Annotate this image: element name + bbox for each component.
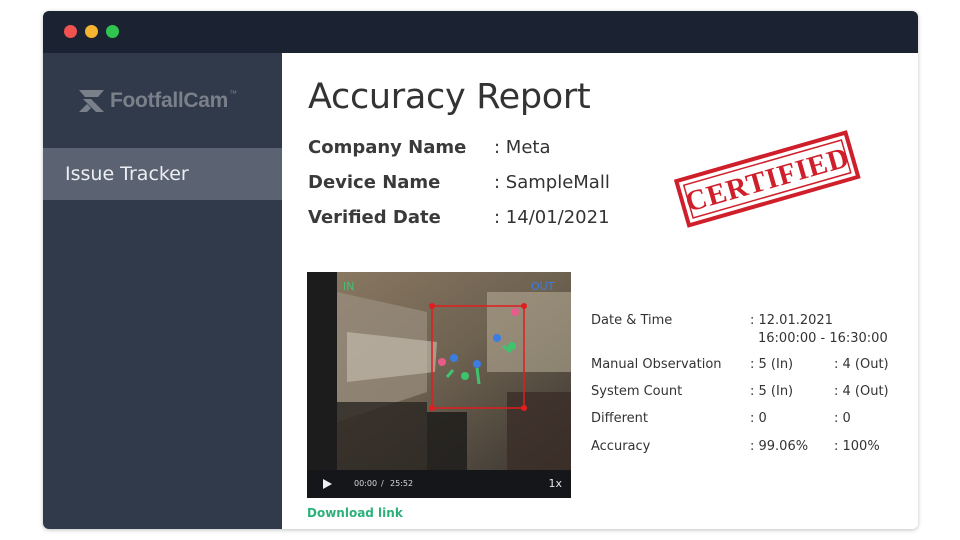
system-count-in: : 5 (In) xyxy=(750,384,794,399)
manual-observation-in: : 5 (In) xyxy=(750,357,794,372)
logo-trademark: ™ xyxy=(229,89,238,98)
accuracy-in: : 99.06% xyxy=(750,439,809,454)
time-separator: / xyxy=(381,479,384,488)
minimize-window-button[interactable] xyxy=(85,25,98,38)
app-window: FootfallCam ™ Issue Tracker Accuracy Rep… xyxy=(43,11,918,529)
datetime-label: Date & Time xyxy=(591,313,673,328)
playback-speed-button[interactable]: 1x xyxy=(548,477,562,490)
report-panel: Accuracy Report Company Name : Meta Devi… xyxy=(282,53,918,529)
device-name-value: : SampleMall xyxy=(494,172,610,193)
footfallcam-logo: FootfallCam ™ xyxy=(79,89,237,113)
verified-date-label: Verified Date xyxy=(308,207,441,228)
close-window-button[interactable] xyxy=(64,25,77,38)
video-duration: 25:52 xyxy=(390,479,414,488)
video-frame: IN OUT xyxy=(307,272,571,470)
sidebar-item-label: Issue Tracker xyxy=(65,163,189,185)
system-count-row: System Count : 5 (In) : 4 (Out) xyxy=(591,384,911,402)
system-count-out: : 4 (Out) xyxy=(834,384,889,399)
manual-observation-row: Manual Observation : 5 (In) : 4 (Out) xyxy=(591,357,911,375)
video-player[interactable]: IN OUT 00:00 / 25:52 1x xyxy=(307,272,571,498)
different-out: : 0 xyxy=(834,411,851,426)
different-row: Different : 0 : 0 xyxy=(591,411,911,429)
page-title: Accuracy Report xyxy=(308,77,591,117)
certified-stamp: CERTIFIED xyxy=(673,130,861,228)
different-in: : 0 xyxy=(750,411,767,426)
company-name-label: Company Name xyxy=(308,137,467,158)
svg-text:IN: IN xyxy=(343,280,354,293)
svg-text:OUT: OUT xyxy=(531,280,555,293)
footfallcam-logo-icon xyxy=(79,90,104,112)
device-name-label: Device Name xyxy=(308,172,441,193)
company-name-value: : Meta xyxy=(494,137,551,158)
system-count-label: System Count xyxy=(591,384,683,399)
datetime-range: 16:00:00 - 16:30:00 xyxy=(758,331,888,346)
video-controls: 00:00 / 25:52 1x xyxy=(307,470,571,498)
different-label: Different xyxy=(591,411,648,426)
datetime-row: Date & Time : 12.01.2021 16:00:00 - 16:3… xyxy=(591,313,911,349)
verified-date-value: : 14/01/2021 xyxy=(494,207,610,228)
window-titlebar xyxy=(43,11,918,53)
download-link[interactable]: Download link xyxy=(307,506,403,520)
sidebar: FootfallCam ™ Issue Tracker xyxy=(43,53,282,529)
datetime-date: : 12.01.2021 xyxy=(750,313,833,328)
play-icon[interactable] xyxy=(321,478,333,490)
manual-observation-label: Manual Observation xyxy=(591,357,722,372)
sidebar-item-issue-tracker[interactable]: Issue Tracker xyxy=(43,148,282,200)
accuracy-out: : 100% xyxy=(834,439,880,454)
logo-text: FootfallCam xyxy=(110,89,229,112)
accuracy-row: Accuracy : 99.06% : 100% xyxy=(591,439,911,457)
manual-observation-out: : 4 (Out) xyxy=(834,357,889,372)
maximize-window-button[interactable] xyxy=(106,25,119,38)
current-time: 00:00 xyxy=(354,479,378,488)
accuracy-label: Accuracy xyxy=(591,439,651,454)
